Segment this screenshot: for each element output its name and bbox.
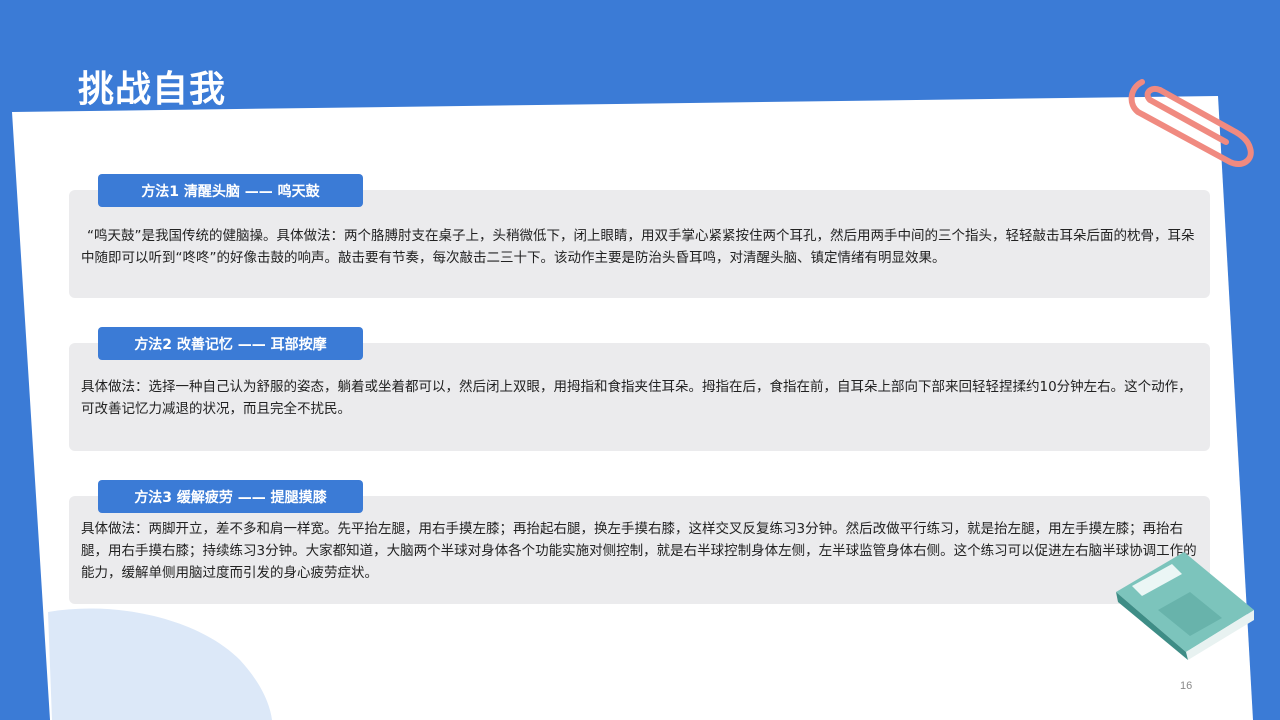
method-2-text: 具体做法：选择一种自己认为舒服的姿态，躺着或坐着都可以，然后闭上双眼，用拇指和食…: [81, 379, 1192, 417]
method-2-tab: 方法2 改善记忆 —— 耳部按摩: [98, 327, 363, 360]
page-number: 16: [1180, 680, 1193, 692]
page-title: 挑战自我: [78, 69, 227, 110]
method-3-text: 具体做法：两脚开立，差不多和肩一样宽。先平抬左腿，用右手摸左膝；再抬起右腿，换左…: [81, 521, 1197, 581]
method-1-text: “鸣天鼓”是我国传统的健脑操。具体做法：两个胳膊肘支在桌子上，头稍微低下，闭上眼…: [81, 228, 1195, 266]
method-3-tab: 方法3 缓解疲劳 —— 提腿摸膝: [98, 480, 363, 513]
method-1-tab: 方法1 清醒头脑 —— 鸣天鼓: [98, 174, 363, 207]
book-icon: [1116, 552, 1254, 660]
paperclip-icon: [1128, 79, 1254, 168]
